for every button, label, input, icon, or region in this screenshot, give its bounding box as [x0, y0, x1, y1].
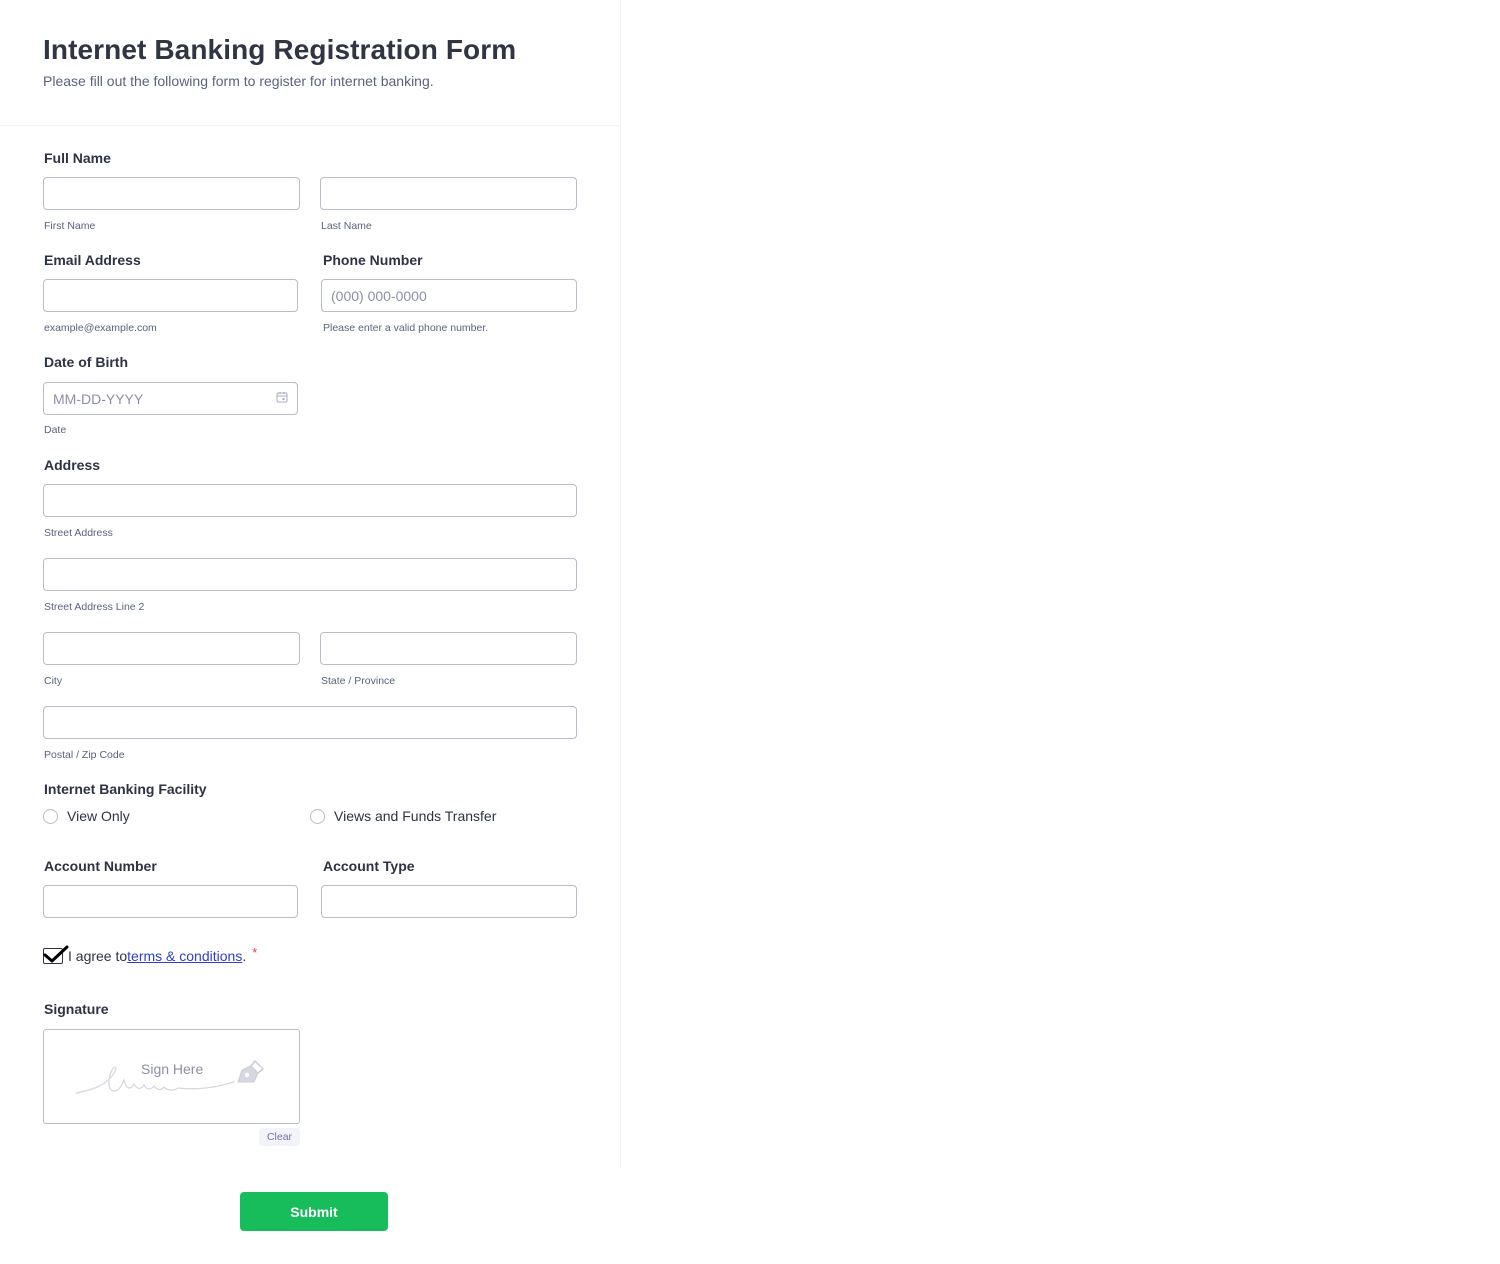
- zip-code-sublabel: Postal / Zip Code: [44, 749, 125, 761]
- terms-checkbox[interactable]: [43, 945, 69, 964]
- radio-view-only[interactable]: View Only: [43, 808, 130, 824]
- email-label: Email Address: [44, 252, 141, 268]
- radio-view-only-label: View Only: [67, 808, 130, 824]
- signature-scribble-icon: [75, 1066, 235, 1094]
- required-indicator: *: [252, 944, 258, 960]
- last-name-sublabel: Last Name: [321, 220, 372, 232]
- calendar-icon[interactable]: [276, 391, 288, 403]
- address-label: Address: [44, 457, 101, 473]
- last-name-input[interactable]: [320, 177, 577, 210]
- form-subtitle: Please fill out the following form to re…: [43, 73, 434, 89]
- city-input[interactable]: [43, 632, 300, 665]
- phone-sublabel: Please enter a valid phone number.: [323, 322, 489, 334]
- email-sublabel: example@example.com: [44, 322, 157, 334]
- phone-input[interactable]: [321, 279, 577, 312]
- dob-label: Date of Birth: [44, 354, 128, 370]
- pen-icon: [237, 1060, 264, 1083]
- street-address-input[interactable]: [43, 484, 577, 517]
- form-header: Internet Banking Registration Form Pleas…: [0, 0, 620, 126]
- form-title: Internet Banking Registration Form: [43, 34, 517, 65]
- radio-views-and-funds-transfer[interactable]: Views and Funds Transfer: [310, 808, 496, 824]
- full-name-label: Full Name: [44, 150, 111, 166]
- signature-pad[interactable]: Sign Here: [43, 1029, 300, 1124]
- account-type-label: Account Type: [323, 858, 415, 874]
- terms-row: I agree to terms & conditions . *: [43, 945, 257, 967]
- radio-views-and-funds-transfer-label: Views and Funds Transfer: [334, 808, 497, 824]
- zip-code-input[interactable]: [43, 706, 577, 739]
- form-card: Internet Banking Registration Form Pleas…: [0, 0, 620, 1168]
- facility-label: Internet Banking Facility: [44, 781, 207, 797]
- first-name-input[interactable]: [43, 177, 300, 210]
- city-sublabel: City: [44, 675, 63, 687]
- radio-button[interactable]: [310, 808, 325, 824]
- terms-suffix: .: [242, 948, 247, 964]
- email-input[interactable]: [43, 279, 298, 312]
- terms-prefix: I agree to: [68, 948, 128, 964]
- account-type-input[interactable]: [321, 885, 577, 918]
- signature-label: Signature: [44, 1001, 109, 1017]
- street-address-line2-sublabel: Street Address Line 2: [44, 601, 145, 613]
- account-number-label: Account Number: [44, 858, 157, 874]
- dob-sublabel: Date: [44, 424, 67, 436]
- state-input[interactable]: [320, 632, 577, 665]
- page: Internet Banking Registration Form Pleas…: [0, 0, 1500, 1264]
- checkmark-icon: [43, 945, 69, 963]
- submit-button[interactable]: Submit: [240, 1192, 388, 1231]
- first-name-sublabel: First Name: [44, 220, 96, 232]
- account-number-input[interactable]: [43, 885, 298, 918]
- state-sublabel: State / Province: [321, 675, 396, 687]
- radio-button[interactable]: [43, 808, 58, 824]
- street-address-line2-input[interactable]: [43, 558, 577, 591]
- street-address-sublabel: Street Address: [44, 527, 113, 539]
- dob-input[interactable]: [43, 382, 298, 415]
- terms-link[interactable]: terms & conditions: [127, 948, 242, 964]
- clear-signature-button[interactable]: Clear: [259, 1128, 300, 1146]
- phone-label: Phone Number: [323, 252, 423, 268]
